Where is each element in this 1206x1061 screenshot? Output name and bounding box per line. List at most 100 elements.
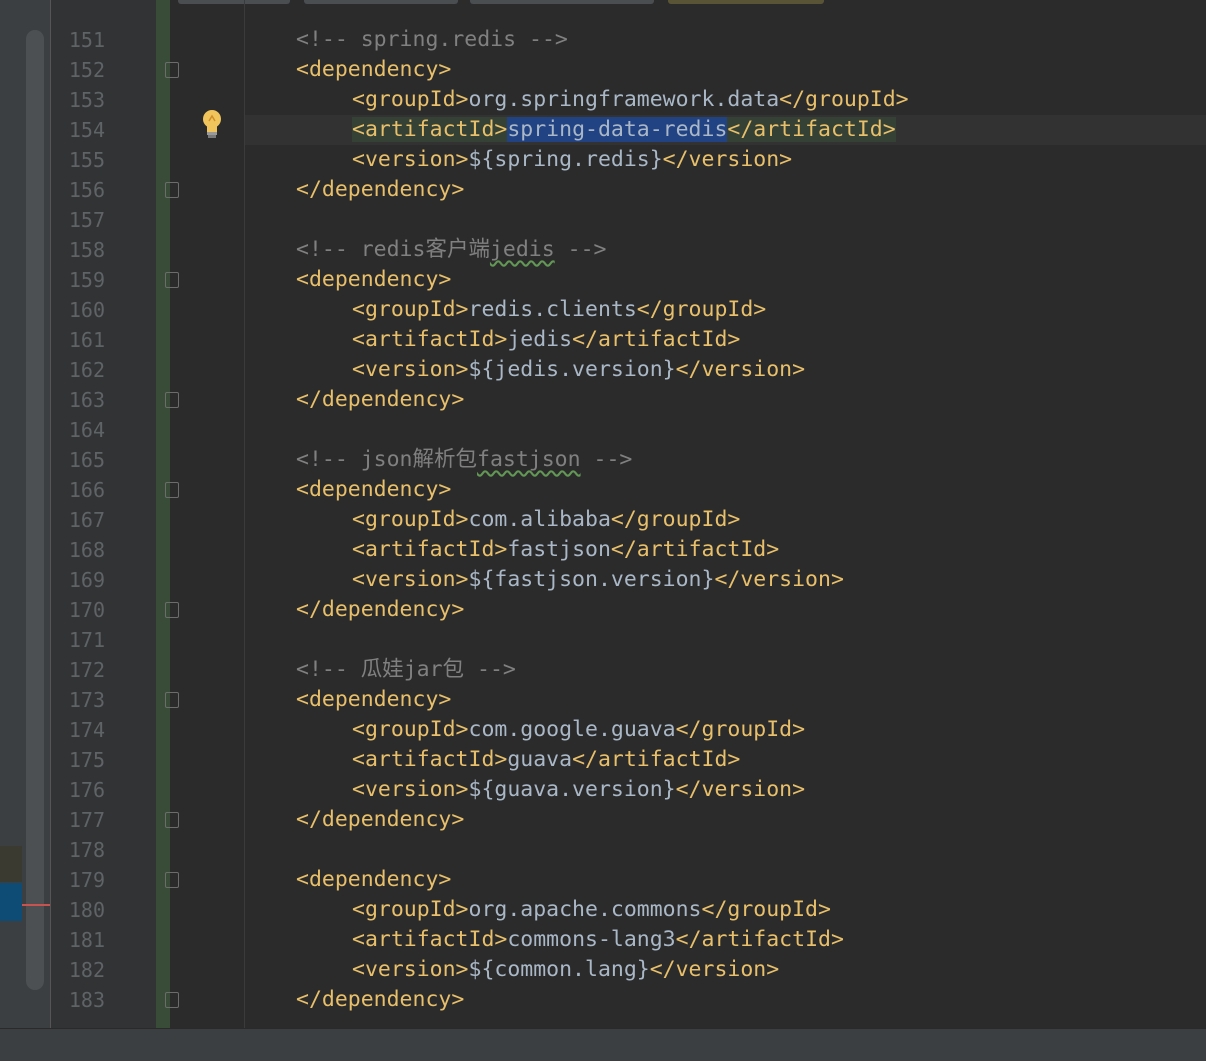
code-line-154[interactable]: <artifactId>spring-data-redis</artifactI…	[352, 115, 896, 145]
code-line-162[interactable]: <version>${jedis.version}</version>	[352, 355, 805, 385]
code-line-183[interactable]: </dependency>	[296, 985, 464, 1015]
xml-tag: </version>	[675, 357, 806, 382]
line-number: 167	[68, 508, 105, 532]
line-number: 177	[68, 808, 105, 832]
xml-text: ${fastjson.version}	[468, 567, 715, 592]
typo-word: fastjson	[477, 447, 581, 472]
xml-tag: </version>	[675, 777, 806, 802]
xml-text: ${spring.redis}	[468, 147, 663, 172]
line-number: 178	[68, 838, 105, 862]
xml-text: jedis	[507, 327, 573, 352]
line-number: 162	[68, 358, 105, 382]
code-line-170[interactable]: </dependency>	[296, 595, 464, 625]
indent-guide	[244, 0, 245, 1028]
xml-tag: </version>	[649, 957, 780, 982]
code-line-165[interactable]: <!-- json解析包fastjson -->	[296, 445, 632, 475]
fold-marker-icon[interactable]	[165, 392, 179, 408]
code-line-174[interactable]: <groupId>com.google.guava</groupId>	[352, 715, 805, 745]
xml-tag: </artifactId>	[675, 927, 844, 952]
fold-marker-icon[interactable]	[165, 692, 179, 708]
fold-marker-icon[interactable]	[165, 872, 179, 888]
xml-text: redis.clients	[468, 297, 637, 322]
scrollbar-thumb[interactable]	[26, 30, 44, 990]
line-number: 173	[68, 688, 105, 712]
comment-text: <!-- json解析包	[296, 447, 477, 472]
line-number: 182	[68, 958, 105, 982]
xml-tag: <groupId>	[352, 897, 469, 922]
code-line-169[interactable]: <version>${fastjson.version}</version>	[352, 565, 844, 595]
error-stripe-marker[interactable]	[22, 904, 50, 906]
line-number: 152	[68, 58, 105, 82]
code-line-153[interactable]: <groupId>org.springframework.data</group…	[352, 85, 909, 115]
xml-tag: </groupId>	[636, 297, 767, 322]
fold-marker-icon[interactable]	[165, 272, 179, 288]
line-number: 151	[68, 28, 105, 52]
fold-marker-icon[interactable]	[165, 812, 179, 828]
code-line-166[interactable]: <dependency>	[296, 475, 451, 505]
lightbulb-icon[interactable]	[200, 108, 224, 140]
code-line-163[interactable]: </dependency>	[296, 385, 464, 415]
code-line-151[interactable]: <!-- spring.redis -->	[296, 25, 568, 55]
line-number: 166	[68, 478, 105, 502]
code-line-181[interactable]: <artifactId>commons-lang3</artifactId>	[352, 925, 844, 955]
xml-tag: </artifactId>	[572, 327, 741, 352]
code-line-172[interactable]: <!-- 瓜娃jar包 -->	[296, 655, 516, 685]
xml-text: guava	[507, 747, 573, 772]
scroll-marker-current	[0, 883, 22, 921]
xml-text: com.google.guava	[468, 717, 676, 742]
line-number: 161	[68, 328, 105, 352]
fold-marker-icon[interactable]	[165, 482, 179, 498]
xml-tag: </artifactId>	[610, 537, 780, 562]
xml-tag: <groupId>	[352, 87, 469, 112]
line-number: 157	[68, 208, 105, 232]
xml-text: fastjson	[507, 537, 611, 562]
fold-marker-icon[interactable]	[165, 182, 179, 198]
code-line-158[interactable]: <!-- redis客户端jedis -->	[296, 235, 606, 265]
xml-tag: <version>	[352, 147, 469, 172]
code-line-156[interactable]: </dependency>	[296, 175, 464, 205]
xml-text: org.apache.commons	[468, 897, 702, 922]
code-line-176[interactable]: <version>${guava.version}</version>	[352, 775, 805, 805]
line-number: 160	[68, 298, 105, 322]
fold-marker-icon[interactable]	[165, 62, 179, 78]
xml-tag: </groupId>	[610, 507, 741, 532]
comment-text: <!-- redis客户端	[296, 237, 490, 262]
fold-marker-icon[interactable]	[165, 992, 179, 1008]
xml-tag: <version>	[352, 357, 469, 382]
status-bar	[0, 1028, 1206, 1061]
code-line-182[interactable]: <version>${common.lang}</version>	[352, 955, 779, 985]
xml-tag-matched: <artifactId>	[352, 117, 508, 142]
fold-marker-icon[interactable]	[165, 602, 179, 618]
code-line-159[interactable]: <dependency>	[296, 265, 451, 295]
code-line-167[interactable]: <groupId>com.alibaba</groupId>	[352, 505, 740, 535]
line-number: 183	[68, 988, 105, 1012]
code-line-175[interactable]: <artifactId>guava</artifactId>	[352, 745, 740, 775]
code-line-168[interactable]: <artifactId>fastjson</artifactId>	[352, 535, 779, 565]
xml-tag: </version>	[662, 147, 793, 172]
code-line-173[interactable]: <dependency>	[296, 685, 451, 715]
xml-tag: <artifactId>	[352, 327, 508, 352]
xml-tag: <artifactId>	[352, 927, 508, 952]
code-line-160[interactable]: <groupId>redis.clients</groupId>	[352, 295, 766, 325]
code-line-180[interactable]: <groupId>org.apache.commons</groupId>	[352, 895, 831, 925]
code-line-152[interactable]: <dependency>	[296, 55, 451, 85]
code-line-155[interactable]: <version>${spring.redis}</version>	[352, 145, 792, 175]
line-number: 153	[68, 88, 105, 112]
line-number: 181	[68, 928, 105, 952]
line-number: 171	[68, 628, 105, 652]
code-line-161[interactable]: <artifactId>jedis</artifactId>	[352, 325, 740, 355]
line-number: 170	[68, 598, 105, 622]
xml-tag-matched: </artifactId>	[727, 117, 896, 142]
line-number: 165	[68, 448, 105, 472]
scroll-marker	[0, 846, 22, 882]
code-line-177[interactable]: </dependency>	[296, 805, 464, 835]
code-line-179[interactable]: <dependency>	[296, 865, 451, 895]
line-number: 155	[68, 148, 105, 172]
xml-tag: </groupId>	[675, 717, 806, 742]
xml-tag: <groupId>	[352, 717, 469, 742]
xml-tag: <groupId>	[352, 297, 469, 322]
line-number: 179	[68, 868, 105, 892]
line-number: 168	[68, 538, 105, 562]
typo-word: jedis	[489, 237, 555, 262]
xml-tag: <version>	[352, 777, 469, 802]
